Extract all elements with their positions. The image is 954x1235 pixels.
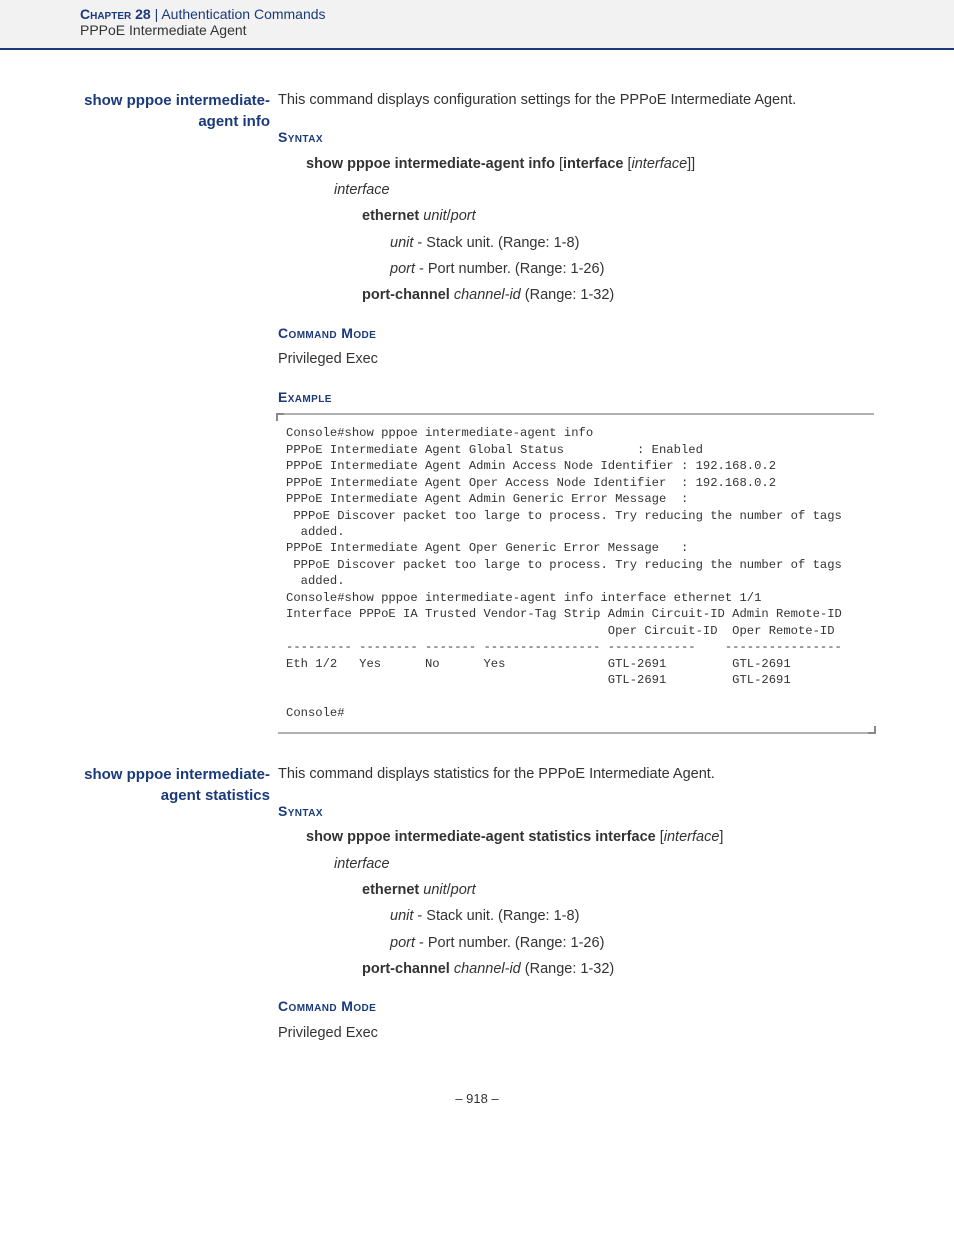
command-mode-heading: Command Mode [278,324,874,344]
chapter-label: Chapter 28 [80,6,151,22]
command-mode-text: Privileged Exec [278,1023,874,1043]
chapter-title: Authentication Commands [161,6,325,22]
command-entry: show pppoe intermediate-agent info This … [80,90,874,734]
syntax-main-bold: show pppoe intermediate-agent statistics… [306,829,656,845]
chapter-line: Chapter 28 | Authentication Commands [80,6,954,22]
syntax-block: show pppoe intermediate-agent info [inte… [306,154,874,306]
page-footer: – 918 – [80,1091,874,1106]
syntax-port-line: port - Port number. (Range: 1-26) [390,933,874,953]
syntax-unit-line: unit - Stack unit. (Range: 1-8) [390,906,874,926]
page-body: show pppoe intermediate-agent info This … [0,50,954,1136]
syntax-portchannel-line: port-channel channel-id (Range: 1-32) [362,959,874,979]
syntax-portchannel-line: port-channel channel-id (Range: 1-32) [362,285,874,305]
command-mode-heading: Command Mode [278,997,874,1017]
command-name-label: show pppoe intermediate-agent statistics [80,764,278,1062]
command-description: This command displays configuration sett… [278,90,874,110]
command-description: This command displays statistics for the… [278,764,874,784]
syntax-port-line: port - Port number. (Range: 1-26) [390,259,874,279]
syntax-interface-label: interface [334,854,874,874]
syntax-heading: Syntax [278,128,874,148]
syntax-main-line: show pppoe intermediate-agent statistics… [306,827,874,847]
header-subsection: PPPoE Intermediate Agent [80,22,954,38]
syntax-unit-line: unit - Stack unit. (Range: 1-8) [390,233,874,253]
header-text: Chapter 28 | Authentication Commands PPP… [0,6,954,38]
command-body: This command displays statistics for the… [278,764,874,1062]
command-name-label: show pppoe intermediate-agent info [80,90,278,734]
example-heading: Example [278,388,874,408]
syntax-block: show pppoe intermediate-agent statistics… [306,827,874,979]
header-separator: | [151,6,162,22]
syntax-interface-label: interface [334,180,874,200]
command-entry: show pppoe intermediate-agent statistics… [80,764,874,1062]
syntax-heading: Syntax [278,802,874,822]
syntax-main-rest: [interface [interface]] [555,156,695,172]
syntax-ethernet-line: ethernet unit/port [362,880,874,900]
syntax-main-rest: [interface] [656,829,724,845]
command-body: This command displays configuration sett… [278,90,874,734]
example-output: Console#show pppoe intermediate-agent in… [278,413,874,733]
page-header-bar: Chapter 28 | Authentication Commands PPP… [0,0,954,50]
command-mode-text: Privileged Exec [278,349,874,369]
syntax-main-line: show pppoe intermediate-agent info [inte… [306,154,874,174]
syntax-main-bold: show pppoe intermediate-agent info [306,156,555,172]
syntax-ethernet-line: ethernet unit/port [362,206,874,226]
